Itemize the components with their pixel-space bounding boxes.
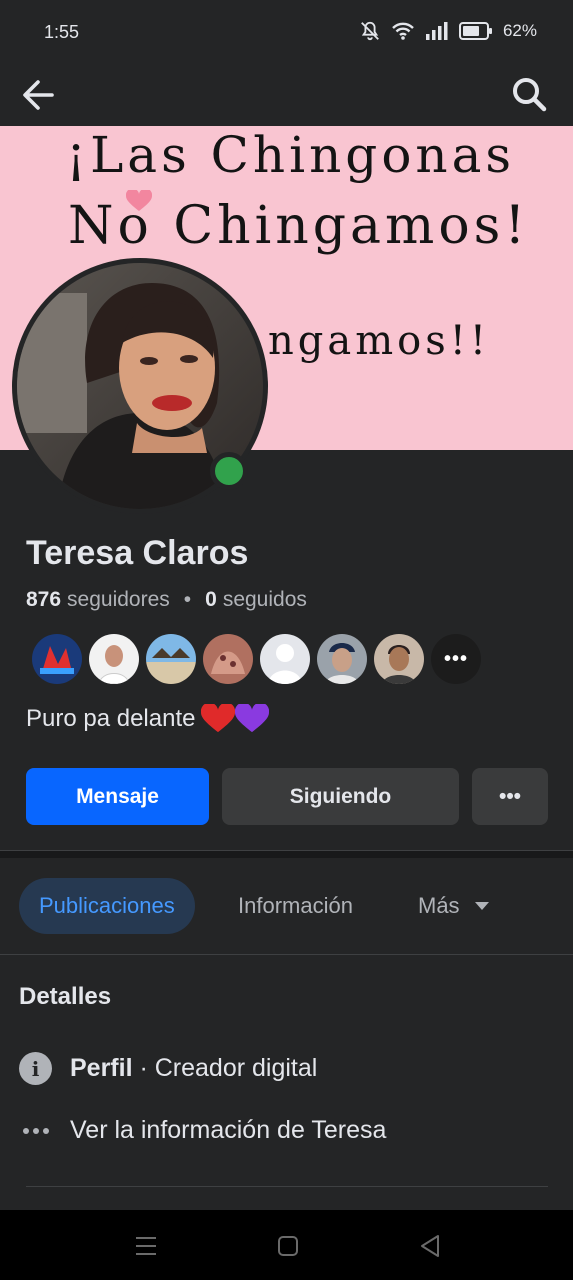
cover-text-line2: No Chingamos! [68, 196, 530, 256]
battery-percentage: 62% [502, 21, 537, 40]
profile-actions: Mensaje Siguiendo ••• [26, 768, 548, 825]
search-icon [513, 78, 547, 112]
friend-avatar[interactable] [317, 634, 367, 684]
friends-avatars-row[interactable]: ••• [32, 634, 481, 684]
more-options-button[interactable]: ••• [472, 768, 548, 825]
friend-avatar[interactable] [374, 634, 424, 684]
info-icon: i [19, 1052, 52, 1085]
back-button[interactable] [18, 74, 60, 116]
details-heading: Detalles [19, 983, 112, 1010]
ellipsis-icon [19, 1114, 52, 1147]
profile-type: · Creador digital [132, 1054, 318, 1082]
bell-off-icon [361, 21, 379, 41]
bio-emojis [201, 704, 270, 734]
friend-avatar[interactable] [146, 634, 196, 684]
profile-name: Teresa Claros [26, 534, 249, 572]
status-bar: 1:55 62% [0, 0, 573, 66]
signal-icon [425, 22, 448, 40]
cover-text-line3: ngamos!! [268, 318, 490, 364]
see-info-label: Ver la información de Teresa [70, 1116, 387, 1144]
tab-posts[interactable]: Publicaciones [19, 878, 195, 934]
section-divider [0, 850, 573, 858]
status-icons: 62% [359, 20, 537, 42]
following-count[interactable]: 0 [205, 588, 217, 612]
followers-count[interactable]: 876 [26, 588, 61, 612]
more-friends-button[interactable]: ••• [431, 634, 481, 684]
message-button[interactable]: Mensaje [26, 768, 209, 825]
friend-avatar[interactable] [89, 634, 139, 684]
arrow-left-icon [23, 80, 54, 110]
bio-text: Puro pa delante [26, 705, 196, 732]
following-button[interactable]: Siguiendo [222, 768, 459, 825]
follow-stats: 876 seguidores • 0 seguidos [26, 588, 307, 612]
caret-down-icon [474, 902, 489, 910]
wifi-icon [392, 22, 414, 40]
details-divider [26, 1186, 548, 1187]
following-label[interactable]: seguidos [223, 588, 307, 612]
profile-bio: Puro pa delante [26, 704, 270, 734]
recent-apps-icon[interactable] [132, 1232, 160, 1260]
tab-information[interactable]: Información [238, 878, 353, 934]
online-status-indicator [210, 452, 248, 490]
profile-avatar[interactable] [12, 258, 268, 514]
friend-avatar[interactable] [32, 634, 82, 684]
cover-text-line1: ¡Las Chingonas [66, 126, 516, 184]
profile-label: Perfil [70, 1054, 133, 1082]
see-info-link[interactable]: Ver la información de Teresa [19, 1114, 386, 1147]
search-button[interactable] [509, 74, 551, 116]
red-heart-icon [201, 704, 236, 733]
system-nav-bar [0, 1210, 573, 1280]
friend-avatar[interactable] [203, 634, 253, 684]
home-icon[interactable] [274, 1232, 302, 1260]
friend-avatar[interactable] [260, 634, 310, 684]
stats-separator: • [183, 588, 192, 611]
followers-label[interactable]: seguidores [67, 588, 170, 612]
status-time: 1:55 [44, 22, 80, 42]
tab-more-label: Más [418, 893, 460, 918]
system-back-icon[interactable] [416, 1232, 444, 1260]
tab-more[interactable]: Más [418, 878, 490, 934]
purple-heart-icon [235, 704, 270, 733]
detail-profile-type: i Perfil · Creador digital [19, 1052, 317, 1085]
battery-icon [458, 22, 492, 40]
tabs-divider [0, 954, 573, 955]
top-app-bar [0, 66, 573, 126]
profile-tabs: Publicaciones Información Más [0, 876, 573, 936]
